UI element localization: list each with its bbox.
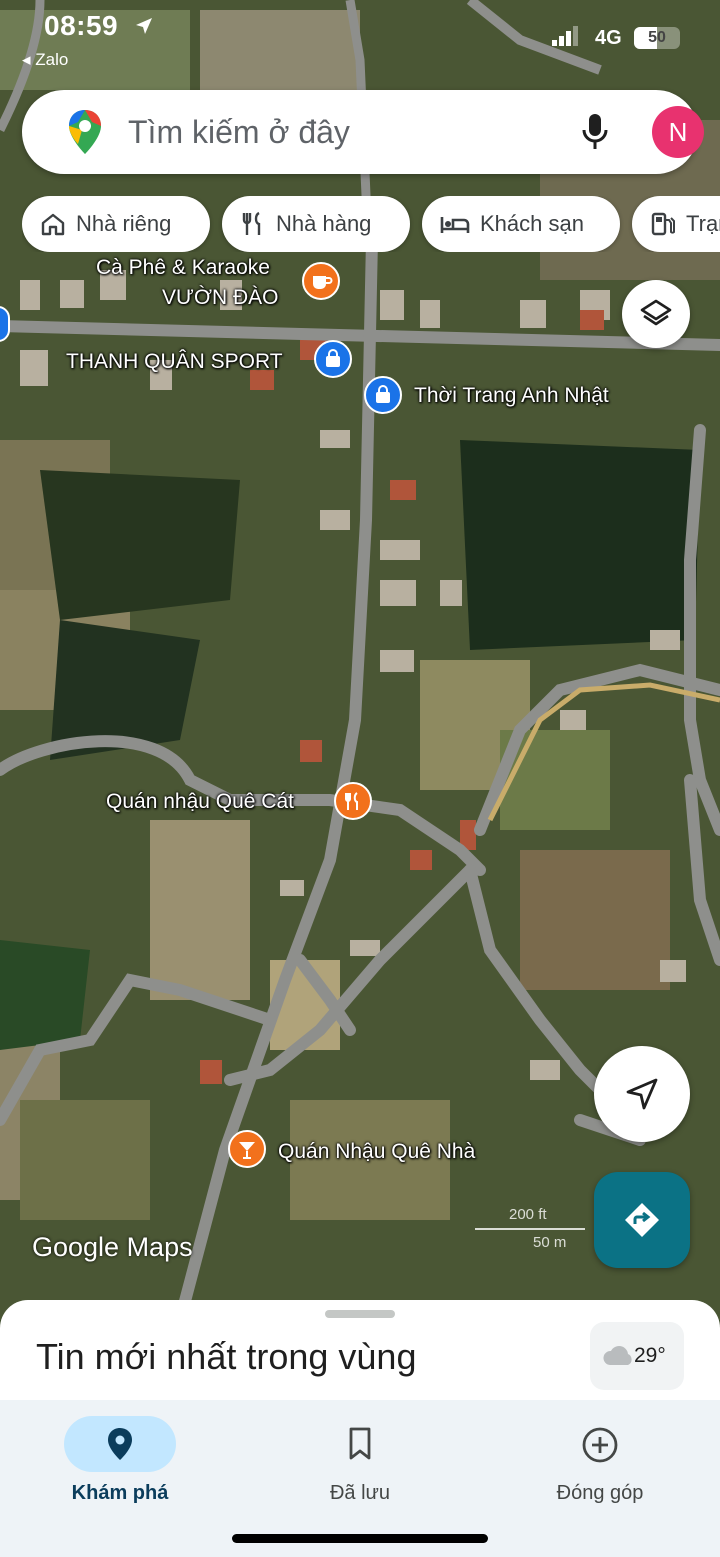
location-arrow-icon xyxy=(136,18,152,34)
account-avatar[interactable]: N xyxy=(652,106,704,158)
sheet-drag-handle[interactable] xyxy=(325,1310,395,1318)
hotel-icon xyxy=(440,217,470,233)
poi-name-thanh-quan-sport[interactable]: THANH QUÂN SPORT xyxy=(66,350,283,374)
search-bar[interactable]: Tìm kiếm ở đây N xyxy=(22,90,704,174)
nav-item-explore[interactable]: Khám phá xyxy=(0,1408,240,1518)
bookmark-icon xyxy=(349,1427,371,1460)
chip-home-label: Nhà riêng xyxy=(76,211,172,236)
bottom-sheet[interactable]: Tin mới nhất trong vùng 29° xyxy=(0,1300,720,1410)
google-maps-pin-icon xyxy=(69,110,101,154)
chip-gas-stations[interactable]: Trạm xăng xyxy=(632,196,720,252)
nav-item-saved[interactable]: Đã lưu xyxy=(240,1408,480,1518)
chip-restaurants-label: Nhà hàng xyxy=(276,211,372,236)
layers-icon xyxy=(640,299,672,326)
chip-gas-stations-label: Trạm xăng xyxy=(686,211,720,236)
gas-station-icon xyxy=(651,212,675,236)
nav-label-saved: Đã lưu xyxy=(329,1482,391,1504)
poi-name-cafe-line2[interactable]: VƯỜN ĐÀO xyxy=(162,286,278,310)
directions-button[interactable] xyxy=(594,1172,690,1268)
explore-pin-icon xyxy=(108,1428,132,1460)
add-circle-icon xyxy=(582,1427,618,1463)
poi-name-thoi-trang-anh-nhat[interactable]: Thời Trang Anh Nhật xyxy=(414,384,609,408)
nav-label-contribute: Đóng góp xyxy=(556,1482,644,1504)
scale-bar xyxy=(475,1228,585,1230)
status-time: 08:59 xyxy=(44,10,119,41)
bar-icon[interactable] xyxy=(228,1130,266,1168)
chip-home[interactable]: Nhà riêng xyxy=(22,196,210,252)
status-bar: 08:59 ◂ Zalo 4G 50 xyxy=(0,0,720,80)
nav-label-explore: Khám phá xyxy=(71,1482,169,1504)
directions-icon xyxy=(625,1203,659,1237)
scale-label-meters: 50 m xyxy=(533,1234,567,1251)
shopping-icon[interactable] xyxy=(364,376,402,414)
battery-icon: 50 xyxy=(634,27,680,49)
poi-name-quan-nhau-que-cat[interactable]: Quán nhậu Quê Cát xyxy=(106,790,294,814)
signal-icon xyxy=(552,26,578,46)
cafe-icon[interactable] xyxy=(302,262,340,300)
restaurant-icon[interactable] xyxy=(334,782,372,820)
home-icon xyxy=(41,213,65,236)
category-chips: Nhà riêng Nhà hàng Khách sạn Trạm xăng xyxy=(22,196,720,252)
chip-hotels[interactable]: Khách sạn xyxy=(422,196,620,252)
home-indicator[interactable] xyxy=(232,1534,488,1543)
poi-name-quan-nhau-que-nha[interactable]: Quán Nhậu Quê Nhà xyxy=(278,1140,475,1164)
chip-restaurants[interactable]: Nhà hàng xyxy=(222,196,410,252)
weather-badge[interactable]: 29° xyxy=(590,1322,684,1390)
back-to-app-link[interactable]: ◂ Zalo xyxy=(22,50,68,70)
poi-name-cafe-line1[interactable]: Cà Phê & Karaoke xyxy=(96,256,270,280)
nav-item-contribute[interactable]: Đóng góp xyxy=(480,1408,720,1518)
layers-button[interactable] xyxy=(622,280,690,348)
microphone-icon[interactable] xyxy=(578,112,612,152)
google-maps-logo: Google Maps xyxy=(32,1232,193,1262)
search-input[interactable]: Tìm kiếm ở đây xyxy=(128,114,350,151)
chip-hotels-label: Khách sạn xyxy=(480,211,584,236)
navigation-arrow-icon xyxy=(626,1078,658,1110)
my-location-button[interactable] xyxy=(594,1046,690,1142)
scale-label-feet: 200 ft xyxy=(509,1206,547,1223)
temperature: 29° xyxy=(634,1344,666,1367)
network-type: 4G xyxy=(595,27,622,49)
sheet-title: Tin mới nhất trong vùng xyxy=(36,1336,417,1377)
shopping-icon[interactable] xyxy=(314,340,352,378)
battery-percent: 50 xyxy=(648,29,666,46)
map-scale: 200 ft 50 m xyxy=(475,1206,585,1252)
cloud-icon xyxy=(603,1346,632,1365)
restaurant-icon xyxy=(242,211,261,235)
